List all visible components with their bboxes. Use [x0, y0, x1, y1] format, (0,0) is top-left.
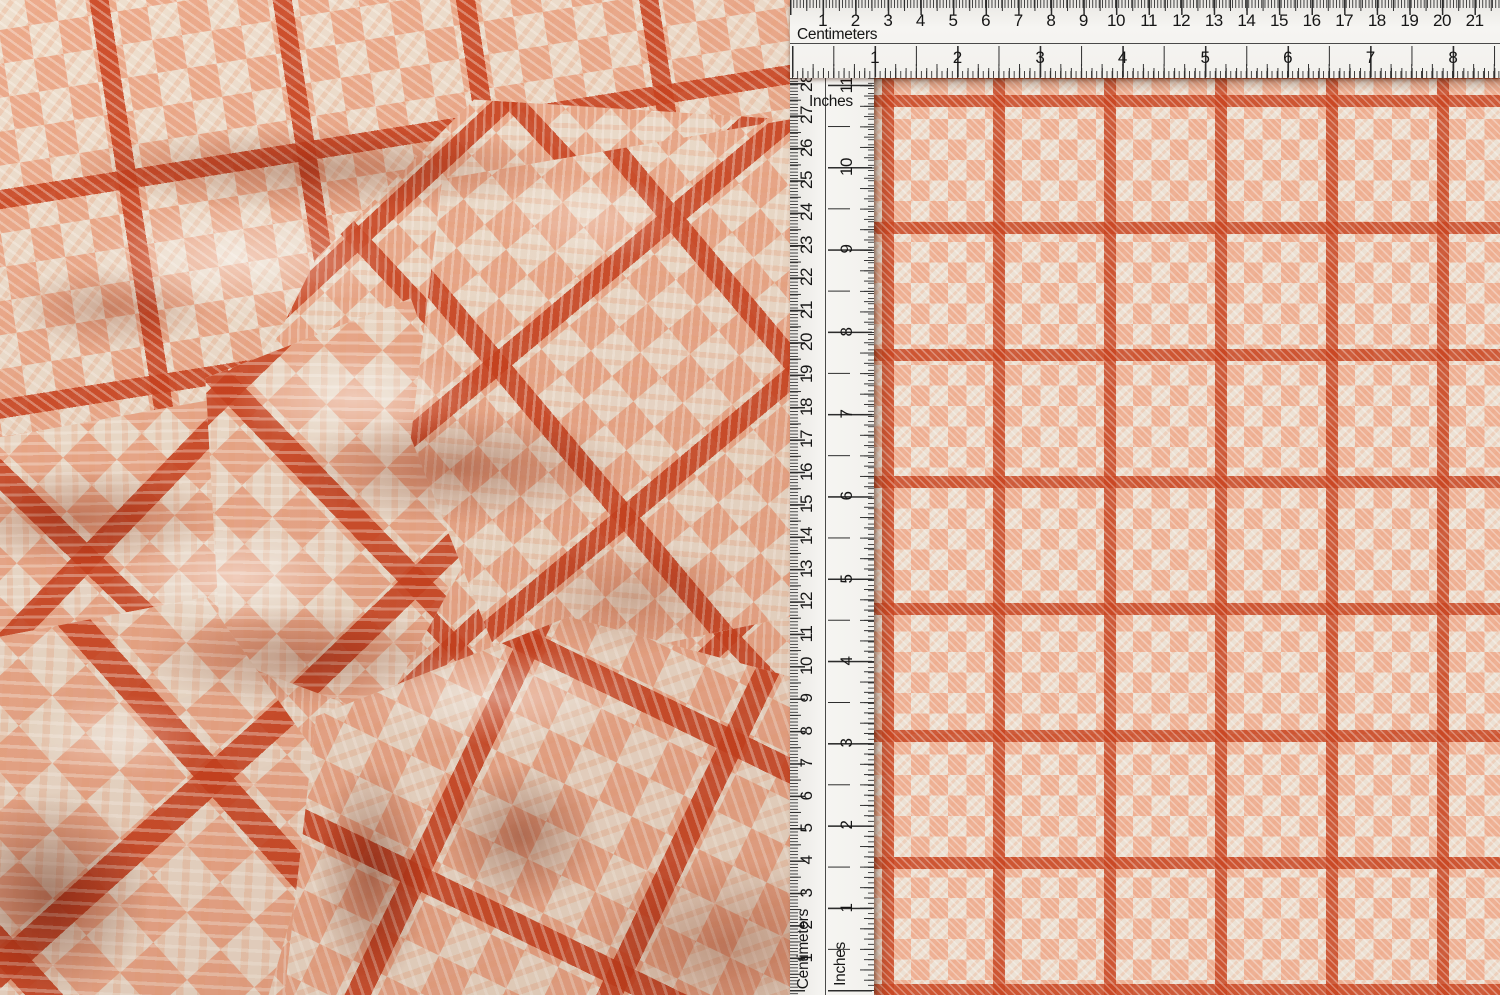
cm-tick-number: 10	[797, 657, 817, 675]
cm-tick-number: 13	[797, 560, 817, 578]
inch-tick-number: 8	[837, 327, 857, 336]
inch-tick-number: 6	[1283, 48, 1292, 68]
cm-tick-number: 6	[981, 11, 990, 31]
inch-tick-number: 9	[837, 245, 857, 254]
horizontal-cm-scale: Centimeters 1234567891011121314151617181…	[790, 0, 1500, 44]
cm-tick-number: 9	[1079, 11, 1088, 31]
cm-tick-number: 3	[883, 11, 892, 31]
cm-tick-number: 5	[797, 824, 817, 833]
flat-fabric-panel	[874, 78, 1500, 995]
centimeters-label-vertical: Centimeters	[795, 909, 813, 989]
cm-tick-number: 20	[797, 333, 817, 351]
cm-tick-number: 20	[1433, 11, 1451, 31]
cm-tick-number: 19	[1400, 11, 1418, 31]
cm-tick-number: 21	[1466, 11, 1484, 31]
cm-tick-number: 19	[797, 365, 817, 383]
inch-tick-number: 4	[1118, 48, 1127, 68]
cm-tick-number: 17	[1335, 11, 1353, 31]
horizontal-ruler: Centimeters 1234567891011121314151617181…	[790, 0, 1500, 78]
cm-tick-number: 3	[797, 888, 817, 897]
cm-tick-number: 8	[797, 726, 817, 735]
inch-tick-number: 3	[1035, 48, 1044, 68]
inches-label-vertical: Inches	[832, 942, 850, 986]
cm-tick-number: 4	[916, 11, 925, 31]
cm-tick-number: 17	[797, 430, 817, 448]
cm-tick-number: 26	[797, 139, 817, 157]
vertical-ruler: 2827262524232221201918171615141312111098…	[790, 44, 874, 995]
inch-tick-number: 7	[1366, 48, 1375, 68]
inch-tick-number: 7	[837, 409, 857, 418]
cm-tick-number: 12	[797, 592, 817, 610]
inch-tick-number: 3	[837, 739, 857, 748]
cm-tick-number: 6	[797, 791, 817, 800]
draped-fabric-panel	[0, 0, 790, 995]
inch-tick-number: 1	[870, 48, 879, 68]
cm-tick-number: 9	[797, 694, 817, 703]
cm-tick-number: 18	[797, 398, 817, 416]
cm-tick-number: 11	[1140, 11, 1157, 31]
inch-tick-number: 2	[953, 48, 962, 68]
cm-tick-number: 15	[797, 495, 817, 513]
cm-tick-number: 4	[797, 856, 817, 865]
vertical-inch-scale: 11 10 9 8 7 6 5 4 3 2 1	[828, 44, 874, 995]
cm-tick-number: 7	[797, 759, 817, 768]
inch-tick-number: 5	[837, 574, 857, 583]
inches-label: Inches	[809, 93, 853, 111]
cm-tick-number: 16	[1303, 11, 1321, 31]
cm-tick-number: 1	[818, 11, 827, 31]
inch-tick-number: 4	[837, 656, 857, 665]
centimeters-label: Centimeters	[797, 26, 877, 44]
cm-tick-number: 15	[1270, 11, 1288, 31]
cm-tick-number: 25	[797, 171, 817, 189]
cm-tick-number: 16	[797, 463, 817, 481]
cm-tick-number: 5	[949, 11, 958, 31]
inch-tick-number: 2	[837, 821, 857, 830]
cm-tick-number: 12	[1172, 11, 1190, 31]
inch-tick-number: 10	[837, 158, 857, 176]
cm-tick-number: 18	[1368, 11, 1386, 31]
inch-tick-number: 8	[1448, 48, 1457, 68]
cm-tick-number: 21	[797, 301, 817, 319]
inch-tick-number: 11	[837, 76, 857, 93]
vertical-cm-scale: 2827262524232221201918171615141312111098…	[790, 44, 826, 995]
cm-tick-number: 10	[1107, 11, 1125, 31]
cm-tick-number: 2	[851, 11, 860, 31]
cm-tick-number: 13	[1205, 11, 1223, 31]
cm-tick-number: 23	[797, 236, 817, 254]
horizontal-inch-scale: Inches 12345678	[790, 46, 1500, 78]
ruler-cast-shadow	[874, 78, 1500, 995]
cm-tick-number: 14	[1237, 11, 1255, 31]
fabric-product-photo: Centimeters 1234567891011121314151617181…	[0, 0, 1500, 995]
cm-tick-number: 22	[797, 268, 817, 286]
cm-tick-number: 14	[797, 527, 817, 545]
inch-tick-number: 5	[1201, 48, 1210, 68]
cm-tick-number: 8	[1046, 11, 1055, 31]
cm-tick-number: 11	[797, 625, 817, 642]
inch-tick-number: 1	[837, 903, 857, 912]
cm-tick-number: 24	[797, 203, 817, 221]
cm-tick-number: 7	[1014, 11, 1023, 31]
inch-tick-number: 6	[837, 492, 857, 501]
